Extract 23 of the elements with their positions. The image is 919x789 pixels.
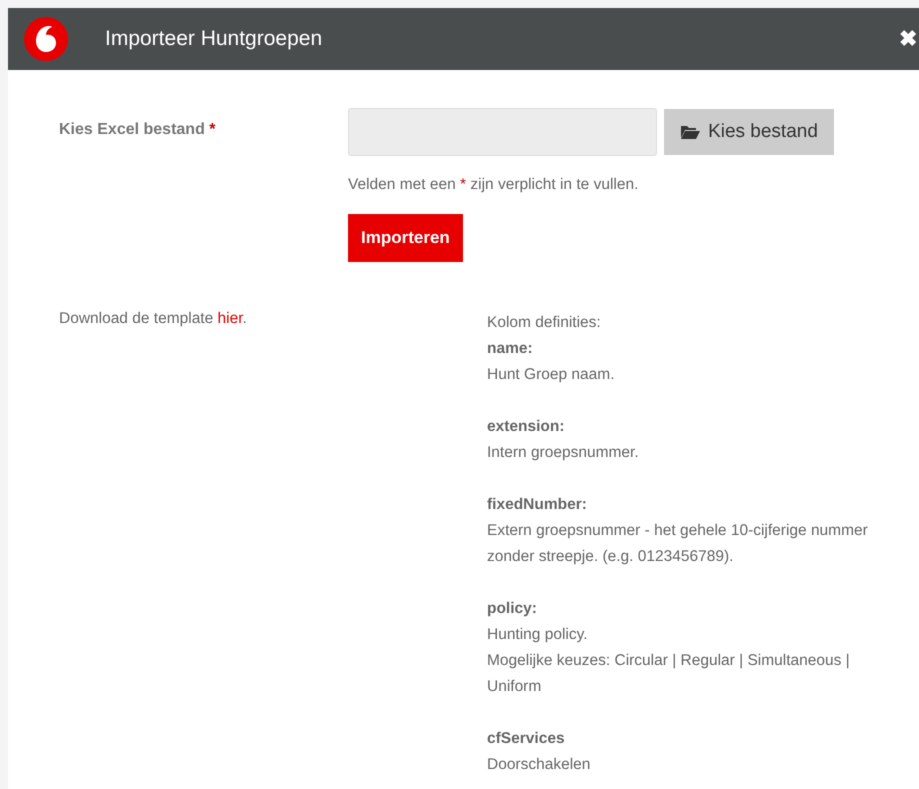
column-description: Extern groepsnummer - het gehele 10-cijferige nummer zonder streepje. (e.g. 0123456789).	[487, 521, 869, 567]
field-label: Kies Excel bestand *	[59, 120, 217, 140]
dialog-title: Importeer Huntgroepen	[105, 27, 322, 51]
close-button[interactable]: ✖	[897, 28, 919, 50]
column-description: Intern groepsnummer.	[487, 443, 639, 463]
logo-icon	[24, 17, 68, 61]
choose-file-button[interactable]: Kies bestand	[664, 109, 834, 155]
column-name: extension:	[487, 417, 565, 437]
required-hint: Velden met een * zijn verplicht in te vullen.	[348, 176, 638, 194]
import-button[interactable]: Importeren	[348, 214, 463, 262]
column-description: Mogelijke keuzes: Circular | Regular | Simultaneous | Uniform	[487, 651, 851, 697]
column-description: Hunting policy.	[487, 625, 588, 645]
definitions-heading: Kolom definities:	[487, 313, 602, 333]
column-description: Hunt Groep naam.	[487, 365, 615, 385]
column-name: cfServices	[487, 729, 565, 749]
folder-icon	[680, 124, 700, 140]
column-description: Doorschakelen	[487, 755, 590, 775]
template-link[interactable]: hier	[218, 310, 243, 327]
download-text: Download de template hier.	[59, 310, 248, 329]
column-name: fixedNumber:	[487, 495, 587, 515]
column-name: policy:	[487, 599, 537, 619]
file-field[interactable]	[348, 108, 657, 156]
column-name: name:	[487, 339, 533, 359]
